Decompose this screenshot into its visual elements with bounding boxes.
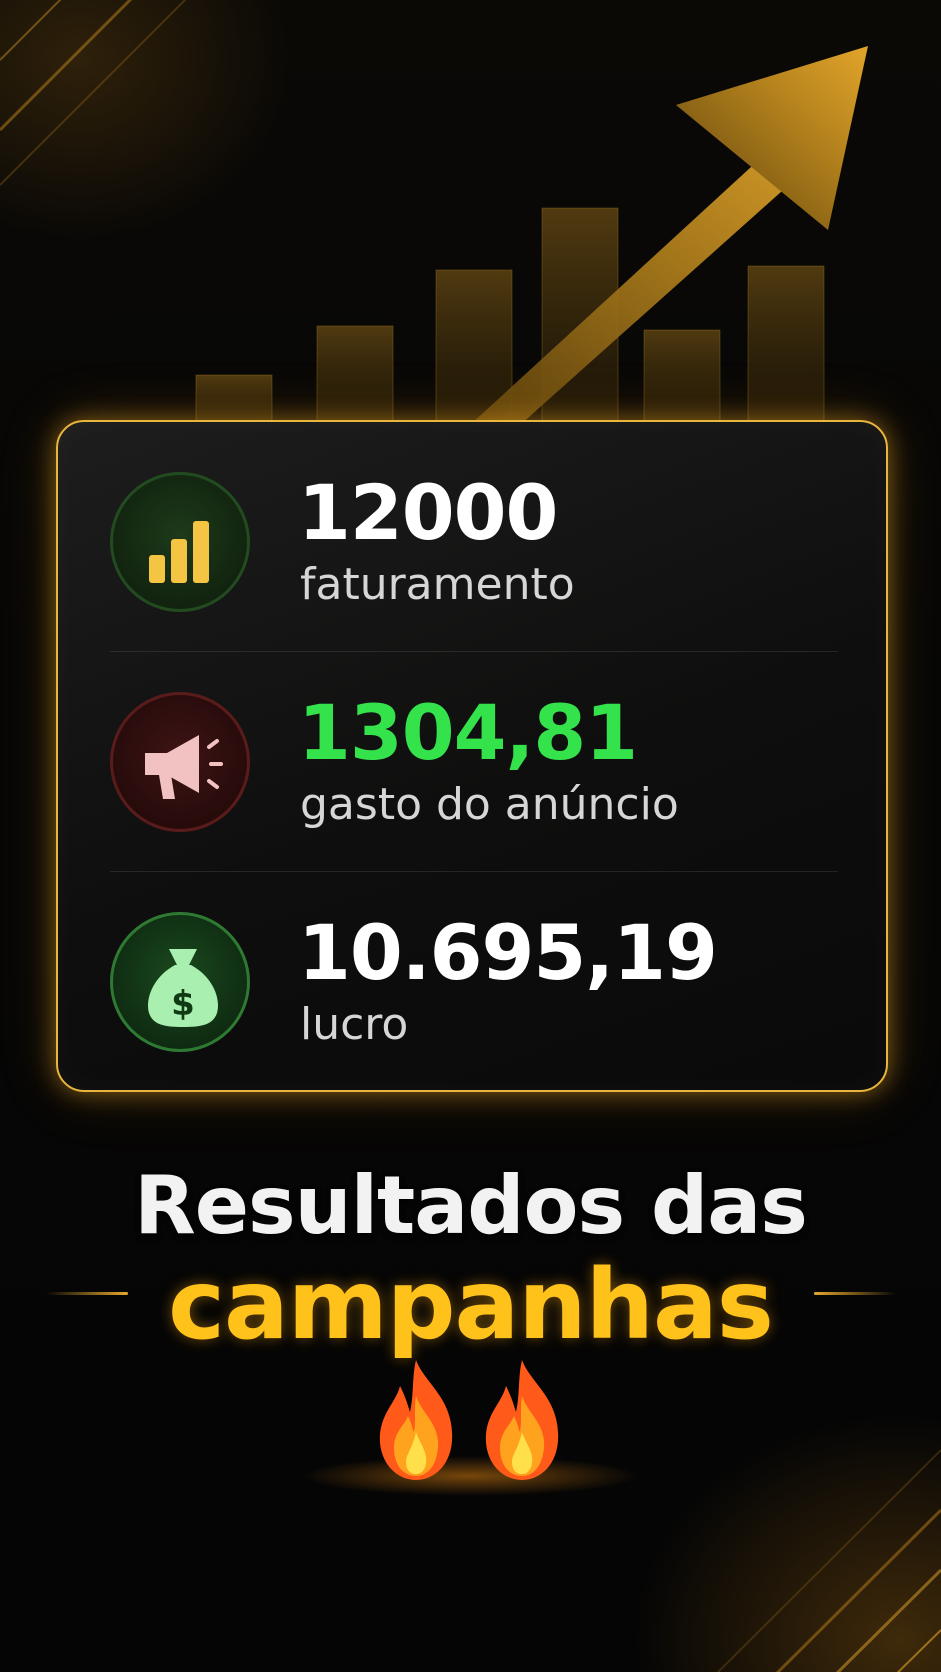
promo-poster: 12000 faturamento 1304,81 gasto do anúnc… [0, 0, 941, 1672]
ad-spend-value: 1304,81 [298, 688, 638, 777]
fire-icon [366, 1356, 466, 1484]
headline-subtitle: campanhas [168, 1249, 774, 1361]
fire-emoji-row [0, 1356, 941, 1496]
megaphone-icon [110, 692, 250, 832]
headline-subtitle-group: campanhas [0, 1250, 941, 1360]
stat-row-revenue: 12000 faturamento [58, 422, 886, 642]
decorative-rule-right [814, 1292, 896, 1295]
top-left-streaks [0, 0, 187, 186]
stats-card: 12000 faturamento 1304,81 gasto do anúnc… [56, 420, 888, 1092]
ad-spend-label: gasto do anúncio [300, 779, 679, 830]
stat-row-profit: $ 10.695,19 lucro [58, 862, 886, 1082]
fire-glow [300, 1456, 640, 1496]
revenue-value: 12000 [298, 468, 558, 557]
revenue-label: faturamento [300, 559, 575, 610]
svg-text:$: $ [171, 984, 195, 1024]
headline-title: Resultados das [134, 1159, 808, 1252]
money-bag-icon: $ [110, 912, 250, 1052]
profit-label: lucro [300, 999, 409, 1050]
fire-icon [472, 1356, 572, 1484]
stat-row-ad-spend: 1304,81 gasto do anúncio [58, 642, 886, 862]
profit-value: 10.695,19 [298, 908, 718, 997]
bar-chart-icon [110, 472, 250, 612]
